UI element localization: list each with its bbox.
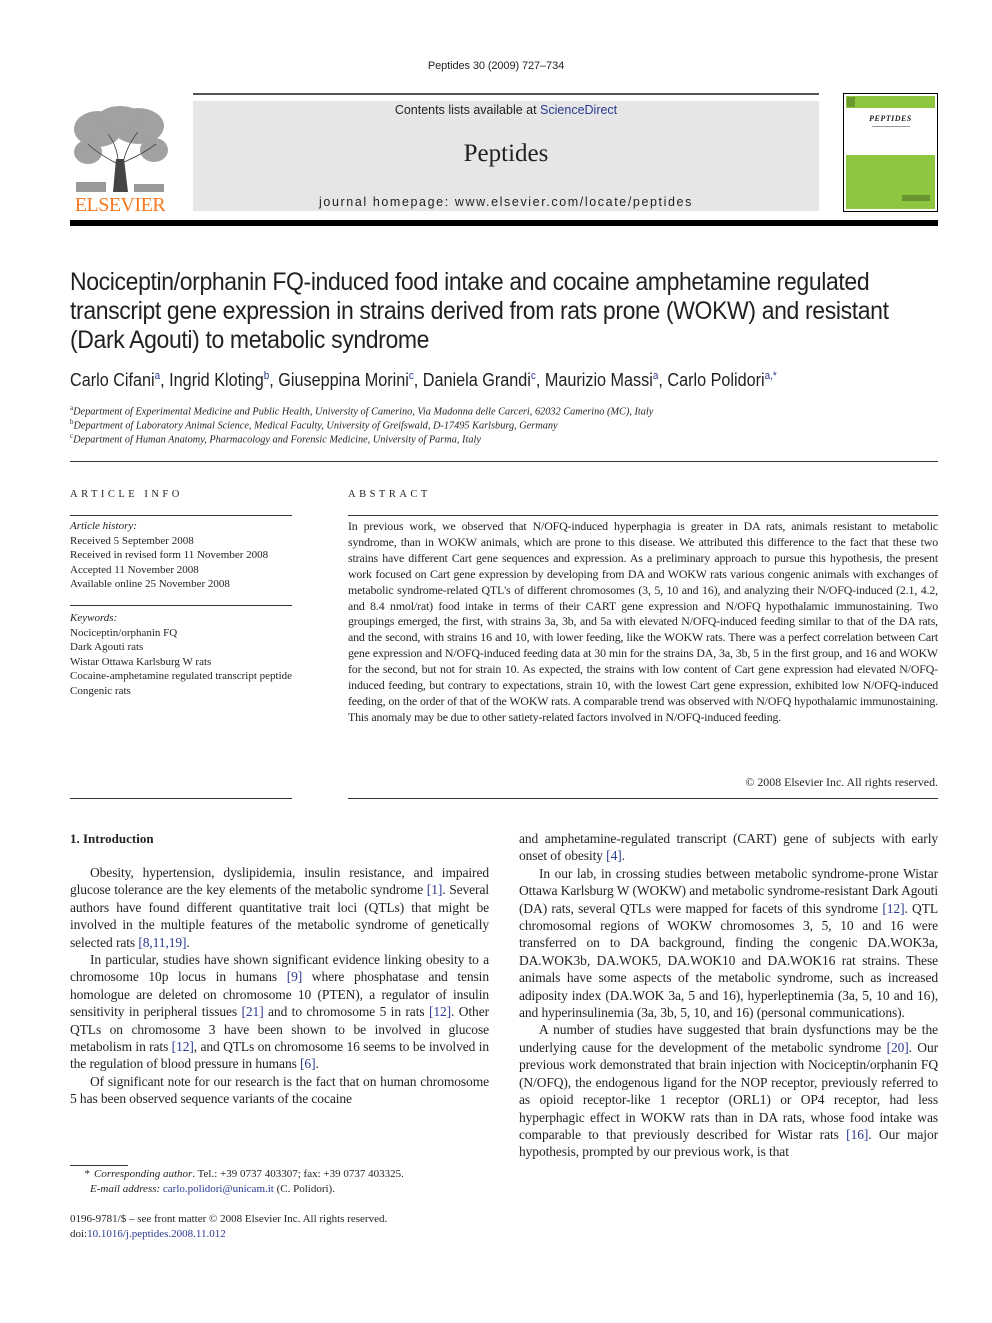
affiliation-a: aDepartment of Experimental Medicine and…	[70, 404, 653, 417]
keywords: Keywords: Nociceptin/orphanin FQ Dark Ag…	[70, 611, 294, 698]
author-affiliation-marker[interactable]: c	[409, 370, 414, 382]
keyword: Nociceptin/orphanin FQ	[70, 626, 178, 639]
article-title-text: Nociceptin/orphanin FQ-induced food inta…	[70, 268, 889, 354]
citation-link[interactable]: [12]	[429, 1004, 451, 1019]
tree-icon	[68, 104, 172, 194]
author-affiliation-marker[interactable]: a	[653, 370, 659, 382]
citation-link[interactable]: [12]	[882, 901, 904, 916]
author-affiliation-marker[interactable]: a	[155, 370, 161, 382]
affiliation-text: Department of Human Anatomy, Pharmacolog…	[73, 434, 481, 446]
author-affiliation-marker[interactable]: c	[531, 370, 536, 382]
corresponding-author-footnote: * Corresponding author. Tel.: +39 0737 40…	[70, 1167, 404, 1197]
citation-link[interactable]: [1]	[427, 882, 443, 897]
keyword: Wistar Ottawa Karlsburg W rats	[70, 655, 212, 668]
history-item: Received 5 September 2008	[70, 534, 194, 547]
affiliation-c: cDepartment of Human Anatomy, Pharmacolo…	[70, 432, 481, 445]
cover-logo-icon	[847, 97, 855, 107]
author-name: Giuseppina Morini	[278, 370, 409, 390]
author-name: Maurizio Massi	[544, 370, 653, 390]
cover-sciencedirect-icon	[902, 195, 930, 201]
issn-line: 0196-9781/$ – see front matter © 2008 El…	[70, 1213, 388, 1225]
footnote-marker: *	[84, 1168, 91, 1180]
abstract-text: In previous work, we observed that N/OFQ…	[348, 519, 938, 724]
author-name: Carlo Polidori	[667, 370, 765, 390]
article-info-rule	[70, 515, 292, 516]
affiliation-text: Department of Laboratory Animal Science,…	[73, 420, 558, 432]
body-column-right: and amphetamine-regulated transcript (CA…	[519, 830, 938, 1161]
header-thick-rule	[70, 220, 938, 226]
body-paragraph: In particular, studies have shown signif…	[70, 952, 489, 1072]
abstract-heading: ABSTRACT	[348, 489, 431, 500]
body-paragraph: In our lab, in crossing studies between …	[519, 865, 938, 1021]
cover-subtitle-line	[872, 126, 910, 127]
journal-homepage-link[interactable]: journal homepage: www.elsevier.com/locat…	[193, 195, 819, 209]
article-info-bottom-rule	[70, 798, 292, 799]
cover-top-band	[846, 96, 935, 108]
email-suffix: (C. Polidori).	[273, 1183, 335, 1195]
contents-prefix: Contents lists available at	[394, 103, 541, 117]
footnote-rule	[70, 1165, 128, 1166]
keywords-rule	[70, 605, 292, 606]
cover-title: PEPTIDES	[869, 114, 912, 123]
keyword: Congenic rats	[70, 684, 131, 697]
citation-link[interactable]: [20]	[887, 1040, 909, 1055]
body-column-left: Obesity, hypertension, dyslipidemia, ins…	[70, 864, 489, 1108]
body-paragraph: Obesity, hypertension, dyslipidemia, ins…	[70, 865, 489, 950]
citation-link[interactable]: [12]	[172, 1039, 194, 1054]
history-item: Received in revised form 11 November 200…	[70, 549, 269, 561]
author-name: Ingrid Kloting	[169, 370, 264, 390]
corresponding-contact: . Tel.: +39 0737 403307; fax: +39 0737 4…	[192, 1168, 404, 1180]
doi-link[interactable]: 10.1016/j.peptides.2008.11.012	[87, 1228, 226, 1240]
author-name: Daniela Grandi	[422, 370, 531, 390]
corresponding-label: Corresponding author	[94, 1168, 193, 1180]
journal-name: Peptides	[463, 140, 549, 167]
body-paragraph: Of significant note for our research is …	[70, 1073, 489, 1107]
author-affiliation-marker[interactable]: a,*	[765, 370, 777, 382]
elsevier-wordmark: ELSEVIER	[74, 194, 166, 216]
body-paragraph: A number of studies have suggested that …	[519, 1022, 938, 1160]
history-item: Accepted 11 November 2008	[70, 563, 199, 576]
citation-link[interactable]: [8,11,19]	[138, 935, 186, 950]
header-rule	[193, 93, 819, 95]
article-history-label: Article history:	[70, 520, 137, 532]
abstract-bottom-rule	[348, 798, 938, 799]
author-affiliation-marker[interactable]: b	[264, 370, 270, 382]
article-info-heading: ARTICLE INFO	[70, 489, 183, 500]
affiliation-b: bDepartment of Laboratory Animal Science…	[70, 418, 558, 431]
article-title: Nociceptin/orphanin FQ-induced food inta…	[70, 268, 889, 355]
email-link[interactable]: carlo.polidori@unicam.it	[163, 1183, 274, 1195]
article-history: Article history: Received 5 September 20…	[70, 519, 294, 592]
affiliation-text: Department of Experimental Medicine and …	[73, 406, 654, 418]
keywords-label: Keywords:	[70, 612, 118, 624]
keyword: Cocaine-amphetamine regulated transcript…	[70, 670, 293, 682]
abstract-copyright: © 2008 Elsevier Inc. All rights reserved…	[745, 775, 938, 789]
doi-prefix: doi:	[70, 1228, 88, 1240]
sciencedirect-link[interactable]: ScienceDirect	[540, 103, 617, 117]
citation-link[interactable]: [6]	[300, 1056, 316, 1071]
keyword: Dark Agouti rats	[70, 641, 144, 653]
citation-link[interactable]: [4]	[606, 848, 622, 863]
abstract-rule	[348, 515, 938, 516]
affiliations-rule	[70, 461, 938, 462]
running-head: Peptides 30 (2009) 727–734	[427, 60, 565, 72]
author-name: Carlo Cifani	[70, 370, 155, 390]
contents-line: Contents lists available at ScienceDirec…	[193, 103, 819, 117]
journal-cover-thumbnail: PEPTIDES	[843, 93, 938, 212]
section-heading-introduction: 1. Introduction	[70, 831, 154, 846]
citation-link[interactable]: [9]	[287, 969, 303, 984]
author-list: Carlo Cifania, Ingrid Klotingb, Giuseppi…	[70, 370, 777, 390]
citation-link[interactable]: [21]	[242, 1004, 264, 1019]
history-item: Available online 25 November 2008	[70, 578, 230, 590]
front-matter: 0196-9781/$ – see front matter © 2008 El…	[70, 1212, 387, 1242]
email-label: E-mail address:	[90, 1183, 161, 1195]
body-paragraph: and amphetamine-regulated transcript (CA…	[519, 831, 938, 864]
citation-link[interactable]: [16]	[846, 1127, 868, 1142]
